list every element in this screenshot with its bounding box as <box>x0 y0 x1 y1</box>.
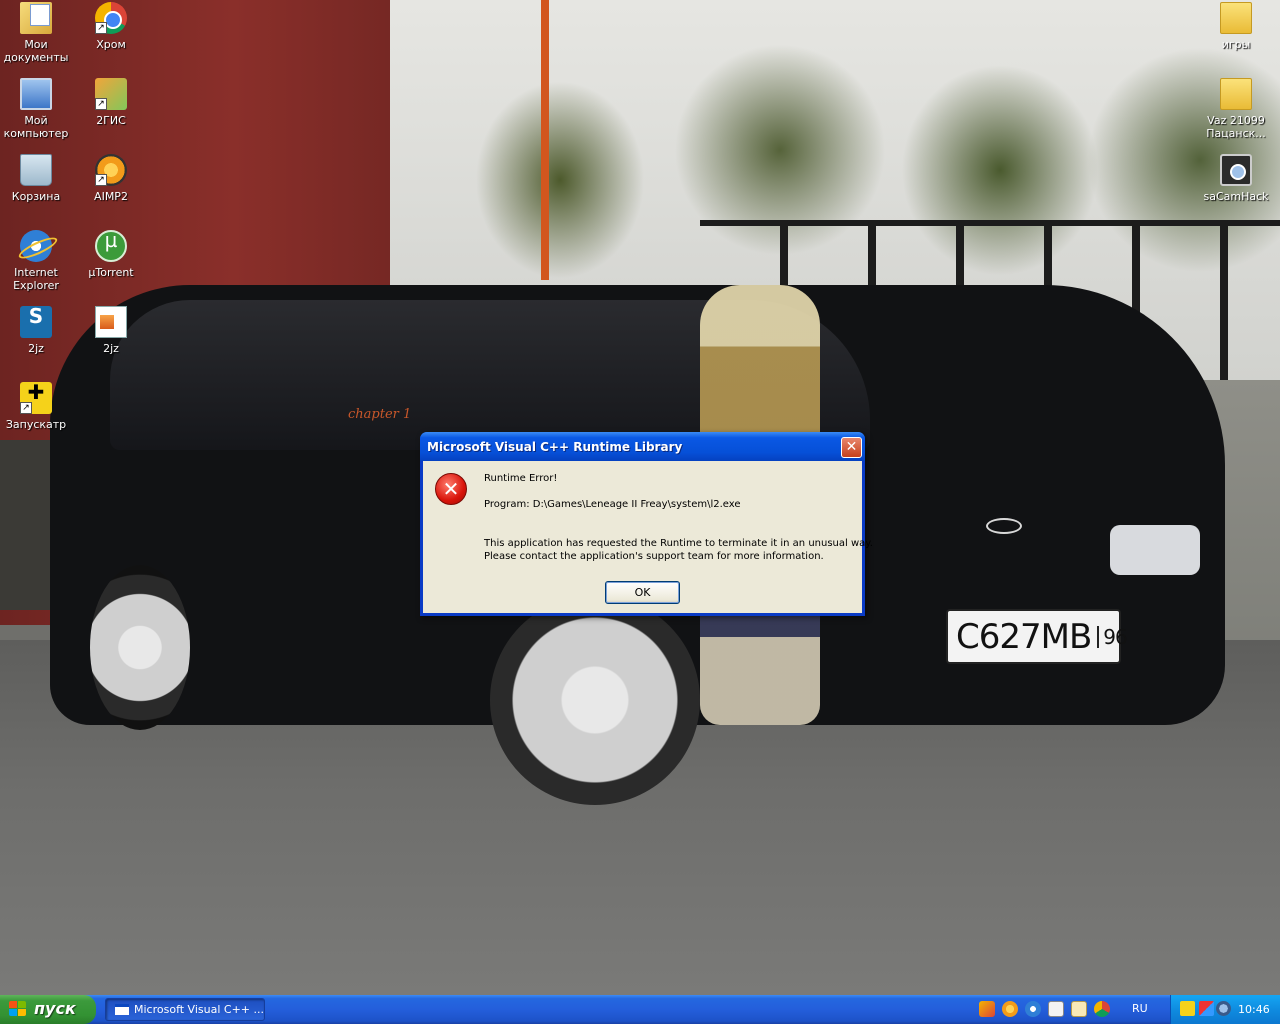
plate-region: 96 <box>1097 625 1128 648</box>
clock[interactable]: 10:46 <box>1238 1003 1270 1016</box>
my-documents-icon <box>20 2 52 34</box>
window-icon <box>115 1004 129 1015</box>
internet-explorer-icon <box>20 230 52 262</box>
desktop-icon-2jz-image[interactable]: 2jz <box>73 306 149 355</box>
my-computer-icon <box>20 78 52 110</box>
desktop-icon-my-documents[interactable]: Мои документы <box>0 2 74 64</box>
internet-explorer-tray-icon[interactable] <box>1025 1001 1041 1017</box>
camera-icon <box>1220 154 1252 186</box>
folder-icon <box>1220 78 1252 110</box>
taskbar: пуск Microsoft Visual C++ ... RU 10:46 <box>0 995 1280 1024</box>
desktop-icon-my-computer[interactable]: Мой компьютер <box>0 78 74 140</box>
plate-number: С627МВ <box>956 616 1092 657</box>
desktop-icon-sacamhack[interactable]: saCamHack <box>1198 154 1274 203</box>
desktop-icon-utorrent[interactable]: µTorrent <box>73 230 149 279</box>
error-heading: Runtime Error! <box>484 473 558 484</box>
recycle-bin-icon <box>20 154 52 186</box>
chrome-tray-icon[interactable] <box>1094 1001 1110 1017</box>
wallpaper-chapter-text: chapter 1 <box>348 407 412 422</box>
desktop-icon-label: Мой компьютер <box>3 114 69 140</box>
winamp-icon[interactable] <box>979 1001 995 1017</box>
desktop-icon-label: 2ГИС <box>96 114 126 127</box>
desktop-icon-2gis[interactable]: 2ГИС <box>73 78 149 127</box>
dialog-title: Microsoft Visual C++ Runtime Library <box>427 440 683 454</box>
desktop-icon-2jz-max[interactable]: 2jz <box>0 306 74 355</box>
wallpaper-pole <box>541 0 549 280</box>
folder-icon <box>1220 2 1252 34</box>
start-label: пуск <box>34 999 76 1018</box>
volume-tray-icon[interactable] <box>1216 1001 1231 1016</box>
error-program-path: Program: D:\Games\Leneage II Freay\syste… <box>484 499 741 510</box>
3ds-max-icon <box>20 306 52 338</box>
wallpaper-car-badge <box>986 518 1022 534</box>
desktop-icon-recycle-bin[interactable]: Корзина <box>0 154 74 203</box>
desktop-icon-chrome[interactable]: Хром <box>73 2 149 51</box>
windows-logo-icon <box>9 1001 27 1018</box>
wallpaper-front-wheel <box>490 595 700 805</box>
desktop-icon-aimp2[interactable]: AIMP2 <box>73 154 149 203</box>
desktop-icon-games-folder[interactable]: игры <box>1198 2 1274 51</box>
messenger-icon[interactable] <box>1071 1001 1087 1017</box>
desktop-icon-label: игры <box>1221 38 1251 51</box>
error-message-line-2: Please contact the application's support… <box>484 551 824 562</box>
desktop-icon-label: 2jz <box>103 342 119 355</box>
desktop-icon-label: Мои документы <box>3 38 69 64</box>
desktop-icon-launcher[interactable]: Запускатр <box>0 382 74 431</box>
taskbar-button-runtime-error[interactable]: Microsoft Visual C++ ... <box>105 998 265 1021</box>
error-icon: ✕ <box>435 473 467 505</box>
notepad-icon[interactable] <box>1048 1001 1064 1017</box>
launcher-icon <box>20 382 52 414</box>
language-indicator[interactable]: RU <box>1132 1002 1148 1015</box>
desktop-icon-label: Internet Explorer <box>13 266 59 292</box>
taskbar-button-label: Microsoft Visual C++ ... <box>134 1003 264 1016</box>
chrome-icon <box>95 2 127 34</box>
wallpaper-license-plate: С627МВ 96 <box>946 609 1128 664</box>
wallpaper-rear-wheel <box>90 565 190 730</box>
start-button[interactable]: пуск <box>0 995 96 1024</box>
desktop-icon-label: Корзина <box>11 190 61 203</box>
dialog-body: ✕ Runtime Error! Program: D:\Games\Lenea… <box>423 461 873 613</box>
launcher-tray-icon[interactable] <box>1180 1001 1195 1016</box>
dialog-title-bar[interactable]: Microsoft Visual C++ Runtime Library ✕ <box>420 432 865 461</box>
wallpaper-headlight <box>1110 525 1200 575</box>
utorrent-icon <box>95 230 127 262</box>
desktop-icon-label: Запускатр <box>5 418 67 431</box>
2gis-icon <box>95 78 127 110</box>
close-button[interactable]: ✕ <box>841 437 862 458</box>
ok-button[interactable]: OK <box>605 581 680 604</box>
aimp-tray-icon[interactable] <box>1002 1001 1018 1017</box>
desktop-icon-label: saCamHack <box>1203 190 1269 203</box>
desktop-icon-label: Хром <box>96 38 126 51</box>
desktop-icon-label: AIMP2 <box>94 190 128 203</box>
error-message-line-1: This application has requested the Runti… <box>484 538 873 549</box>
desktop-icon-vaz-folder[interactable]: Vaz 21099 Пацанск... <box>1198 78 1274 140</box>
desktop-icon-label: Vaz 21099 Пацанск... <box>1206 114 1266 140</box>
network-tray-icon[interactable] <box>1199 1001 1214 1016</box>
aimp-icon <box>95 154 127 186</box>
desktop-icon-internet-explorer[interactable]: Internet Explorer <box>0 230 74 292</box>
desktop-icon-label: µTorrent <box>88 266 134 279</box>
runtime-error-dialog: Microsoft Visual C++ Runtime Library ✕ ✕… <box>420 432 873 616</box>
image-file-icon <box>95 306 127 338</box>
desktop-icon-label: 2jz <box>28 342 44 355</box>
